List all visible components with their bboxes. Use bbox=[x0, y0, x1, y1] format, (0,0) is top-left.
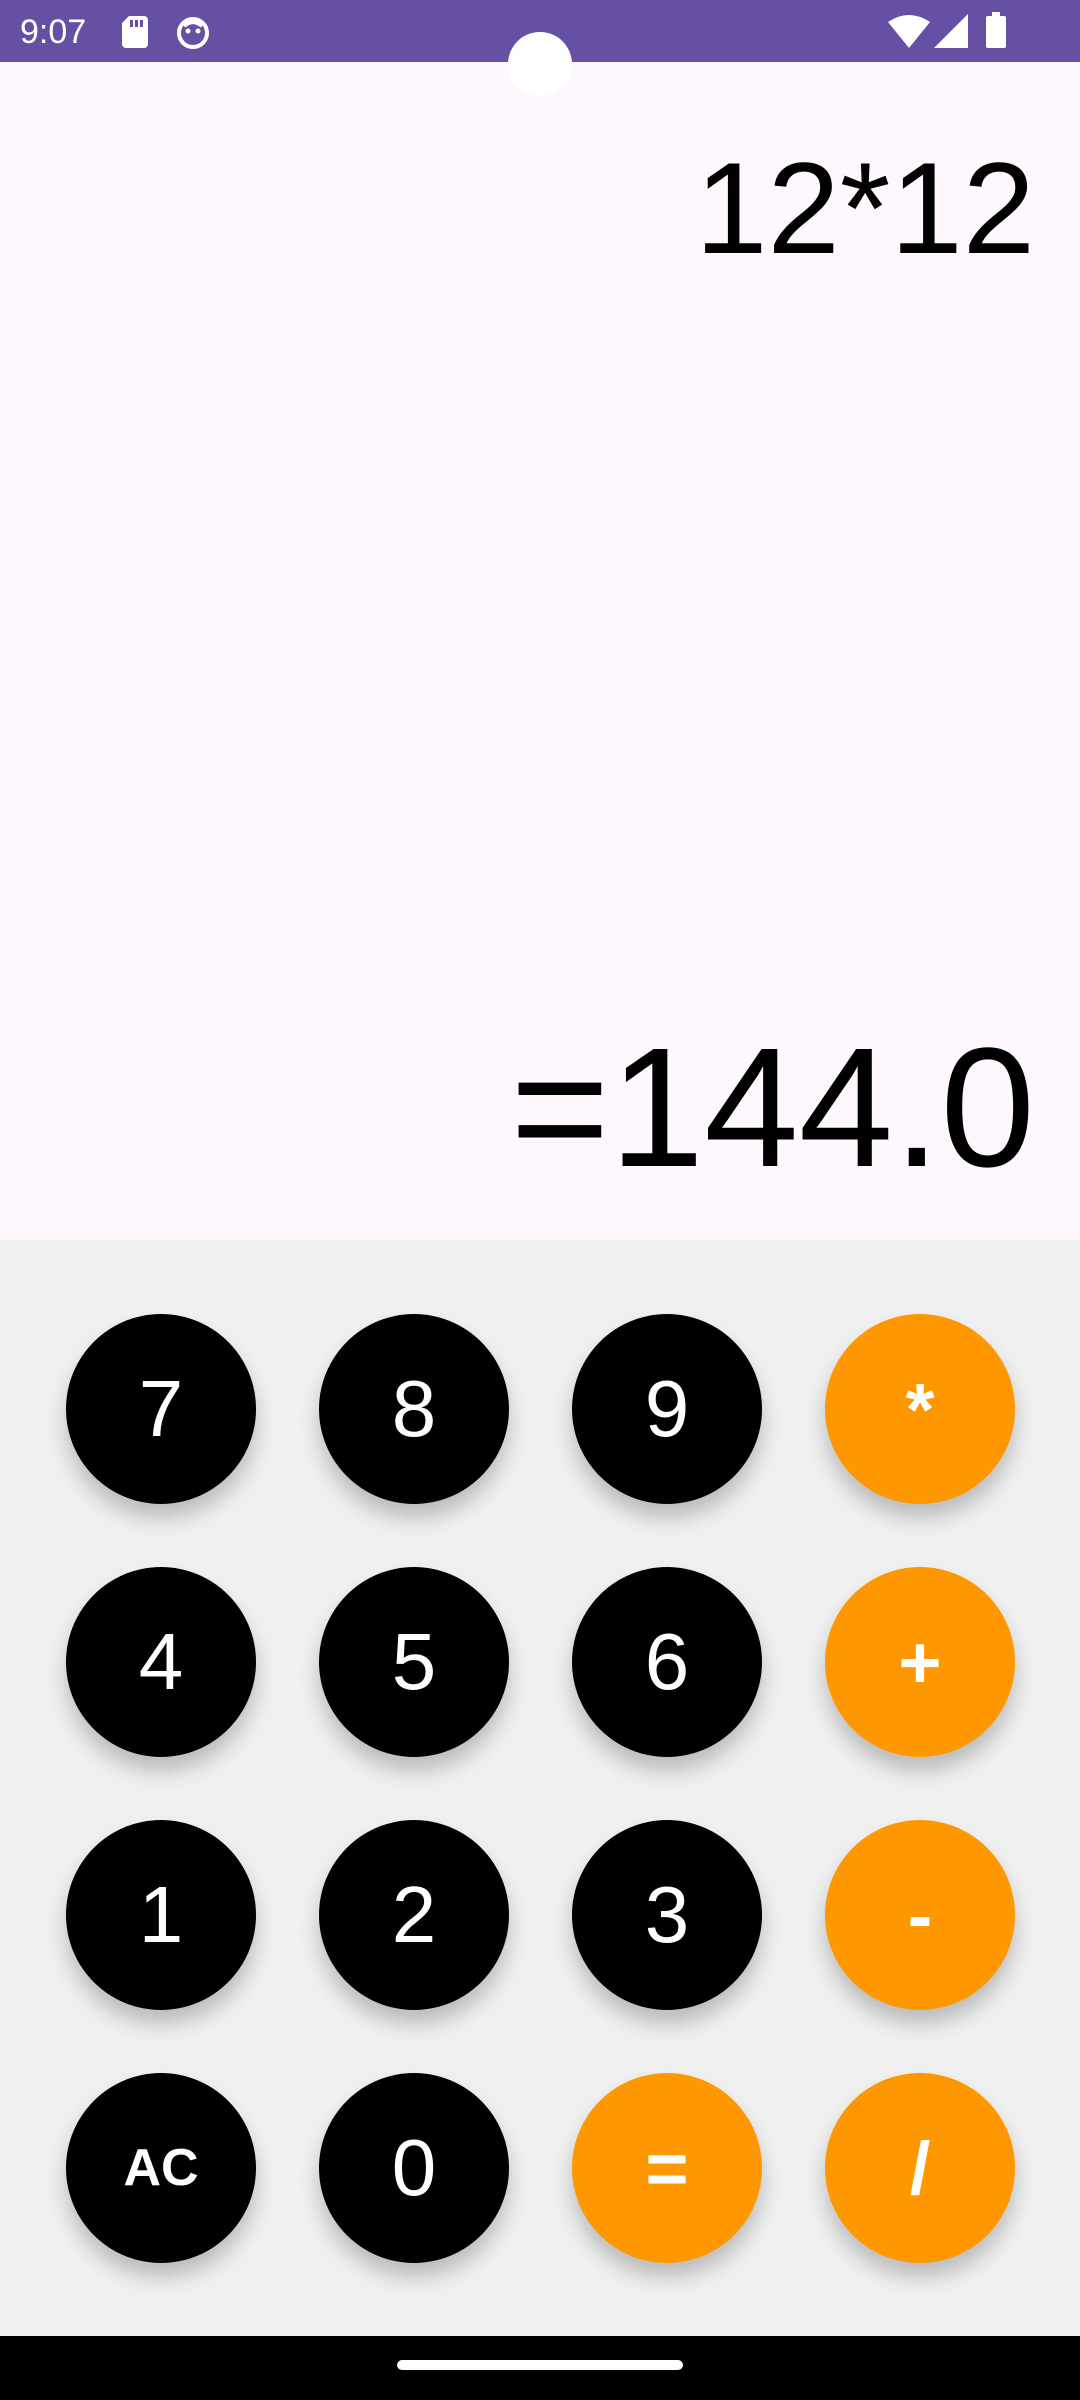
subtract-button[interactable]: - bbox=[825, 1820, 1015, 2010]
navigation-bar bbox=[0, 2336, 1080, 2400]
battery-icon bbox=[986, 12, 1006, 48]
status-time: 9:07 bbox=[20, 13, 87, 51]
key-1-button[interactable]: 1 bbox=[66, 1820, 256, 2010]
key-4-button[interactable]: 4 bbox=[66, 1567, 256, 1757]
sd-card-icon bbox=[122, 16, 148, 48]
key-8-button[interactable]: 8 bbox=[319, 1314, 509, 1504]
face-icon bbox=[177, 17, 209, 49]
camera-cutout bbox=[508, 32, 572, 96]
multiply-button[interactable]: * bbox=[825, 1314, 1015, 1504]
clear-button[interactable]: AC bbox=[66, 2073, 256, 2263]
key-2-button[interactable]: 2 bbox=[319, 1820, 509, 2010]
home-gesture-handle[interactable] bbox=[397, 2360, 683, 2370]
signal-icon bbox=[934, 14, 968, 48]
key-3-button[interactable]: 3 bbox=[572, 1820, 762, 2010]
key-9-button[interactable]: 9 bbox=[572, 1314, 762, 1504]
key-5-button[interactable]: 5 bbox=[319, 1567, 509, 1757]
divide-button[interactable]: / bbox=[825, 2073, 1015, 2263]
wifi-icon bbox=[888, 15, 930, 48]
equals-button[interactable]: = bbox=[572, 2073, 762, 2263]
result-text: =144.0 bbox=[510, 1013, 1035, 1203]
key-7-button[interactable]: 7 bbox=[66, 1314, 256, 1504]
add-button[interactable]: + bbox=[825, 1567, 1015, 1757]
key-0-button[interactable]: 0 bbox=[319, 2073, 509, 2263]
expression-text: 12*12 bbox=[695, 135, 1035, 281]
keypad: 7 8 9 * 4 5 6 + 1 2 3 - AC 0 = / bbox=[0, 1240, 1080, 2336]
key-6-button[interactable]: 6 bbox=[572, 1567, 762, 1757]
calculator-display: 12*12 =144.0 bbox=[0, 62, 1080, 1240]
